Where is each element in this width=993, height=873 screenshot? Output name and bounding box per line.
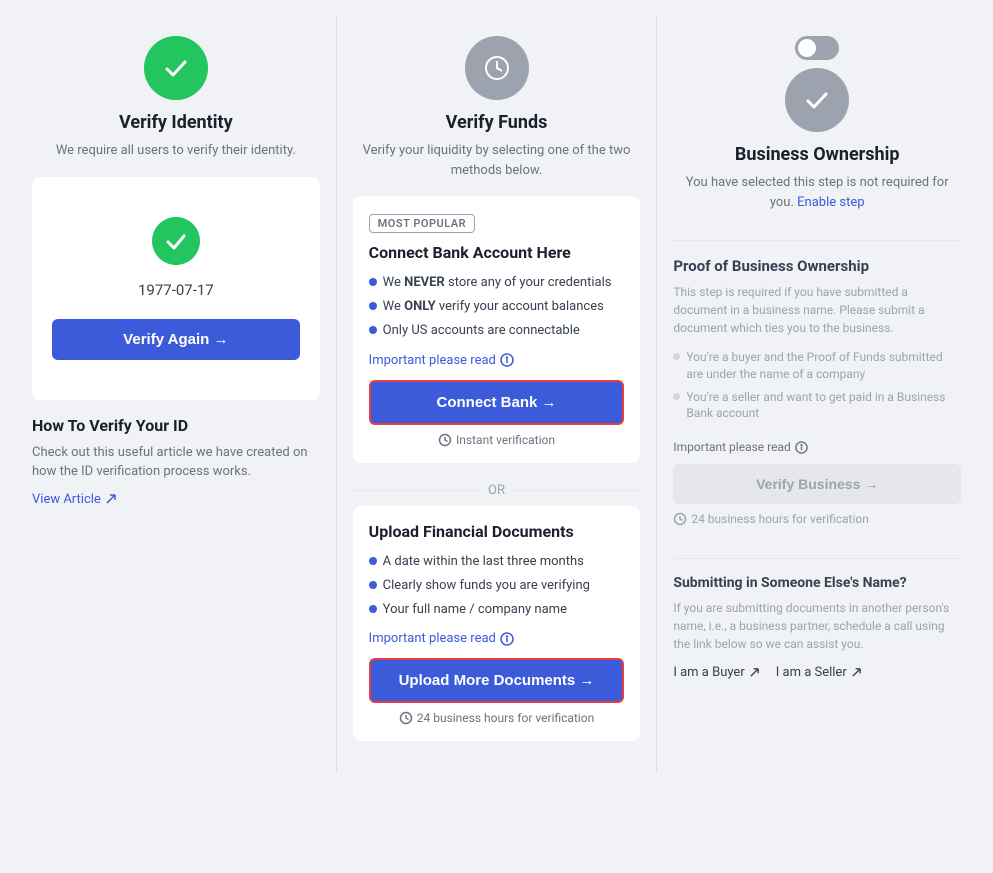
dob-date: 1977-07-17 xyxy=(138,281,214,299)
upload-important-link[interactable]: Important please read xyxy=(369,631,625,646)
submitting-title: Submitting in Someone Else's Name? xyxy=(673,575,961,591)
connect-important-link[interactable]: Important please read xyxy=(369,353,625,368)
connect-bank-bullets: We NEVER store any of your credentials W… xyxy=(369,274,625,341)
section-divider-1 xyxy=(673,240,961,241)
proof-important-link[interactable]: Important please read xyxy=(673,440,961,454)
bullet-item-1: We NEVER store any of your credentials xyxy=(369,274,625,292)
proof-bullet-1: You're a buyer and the Proof of Funds su… xyxy=(673,349,961,383)
how-to-title: How To Verify Your ID xyxy=(32,416,320,435)
verify-funds-subtitle: Verify your liquidity by selecting one o… xyxy=(353,141,641,180)
upload-bullet-2: Clearly show funds you are verifying xyxy=(369,577,625,595)
upload-documents-button[interactable]: Upload More Documents → xyxy=(369,658,625,703)
toggle-wrapper[interactable] xyxy=(795,36,839,60)
verify-again-button[interactable]: Verify Again → xyxy=(52,319,300,360)
verify-identity-icon xyxy=(144,36,208,100)
connect-bank-title: Connect Bank Account Here xyxy=(369,243,625,262)
gray-bullet-dot xyxy=(673,393,680,400)
most-popular-badge: MOST POPULAR xyxy=(369,214,475,233)
bullet-item-2: We ONLY verify your account balances xyxy=(369,298,625,316)
connect-bank-card: MOST POPULAR Connect Bank Account Here W… xyxy=(353,196,641,463)
bullet-dot xyxy=(369,326,377,334)
buyer-seller-links: I am a Buyer I am a Seller xyxy=(673,665,961,680)
bullet-item-3: Only US accounts are connectable xyxy=(369,322,625,340)
proof-desc: This step is required if you have submit… xyxy=(673,283,961,337)
enable-step-link[interactable]: Enable step xyxy=(797,195,864,210)
verify-identity-card: 1977-07-17 Verify Again → xyxy=(32,177,320,400)
business-ownership-icon xyxy=(785,68,849,132)
page-wrapper: Verify Identity We require all users to … xyxy=(16,16,977,773)
verify-funds-icon xyxy=(465,36,529,100)
identity-check-circle xyxy=(152,217,200,265)
hours-verify-label: 24 business hours for verification xyxy=(369,711,625,725)
upload-docs-bullets: A date within the last three months Clea… xyxy=(369,553,625,620)
business-step-note: You have selected this step is not requi… xyxy=(673,173,961,212)
business-ownership-column: Business Ownership You have selected thi… xyxy=(656,16,977,773)
or-divider: OR xyxy=(353,483,641,498)
bullet-dot xyxy=(369,302,377,310)
bullet-dot xyxy=(369,581,377,589)
verify-funds-column: Verify Funds Verify your liquidity by se… xyxy=(336,16,657,773)
proof-bullet-2: You're a seller and want to get paid in … xyxy=(673,389,961,423)
proof-of-business-title: Proof of Business Ownership xyxy=(673,257,961,275)
connect-bank-button[interactable]: Connect Bank → xyxy=(369,380,625,425)
seller-link[interactable]: I am a Seller xyxy=(776,665,862,680)
upload-documents-card: Upload Financial Documents A date within… xyxy=(353,506,641,742)
how-to-section: How To Verify Your ID Check out this use… xyxy=(32,416,320,507)
business-hours-label: 24 business hours for verification xyxy=(673,512,961,526)
verify-identity-column: Verify Identity We require all users to … xyxy=(16,16,336,773)
toggle-knob xyxy=(798,39,816,57)
submitting-desc: If you are submitting documents in anoth… xyxy=(673,599,961,653)
section-divider-2 xyxy=(673,558,961,559)
upload-bullet-3: Your full name / company name xyxy=(369,601,625,619)
buyer-link[interactable]: I am a Buyer xyxy=(673,665,759,680)
gray-bullet-dot xyxy=(673,353,680,360)
upload-bullet-1: A date within the last three months xyxy=(369,553,625,571)
proof-bullets: You're a buyer and the Proof of Funds su… xyxy=(673,349,961,428)
verify-business-button: Verify Business → xyxy=(673,464,961,504)
verify-identity-subtitle: We require all users to verify their ide… xyxy=(56,141,296,161)
view-article-link[interactable]: View Article xyxy=(32,492,320,507)
verify-funds-title: Verify Funds xyxy=(446,112,548,133)
how-to-desc: Check out this useful article we have cr… xyxy=(32,443,320,482)
upload-docs-title: Upload Financial Documents xyxy=(369,522,625,541)
business-ownership-toggle[interactable] xyxy=(795,36,839,60)
verify-identity-title: Verify Identity xyxy=(119,112,233,133)
bullet-dot xyxy=(369,557,377,565)
bullet-dot xyxy=(369,605,377,613)
submitting-section: Submitting in Someone Else's Name? If yo… xyxy=(673,575,961,680)
business-ownership-title: Business Ownership xyxy=(735,144,900,165)
bullet-dot xyxy=(369,278,377,286)
instant-verify-label: Instant verification xyxy=(369,433,625,447)
